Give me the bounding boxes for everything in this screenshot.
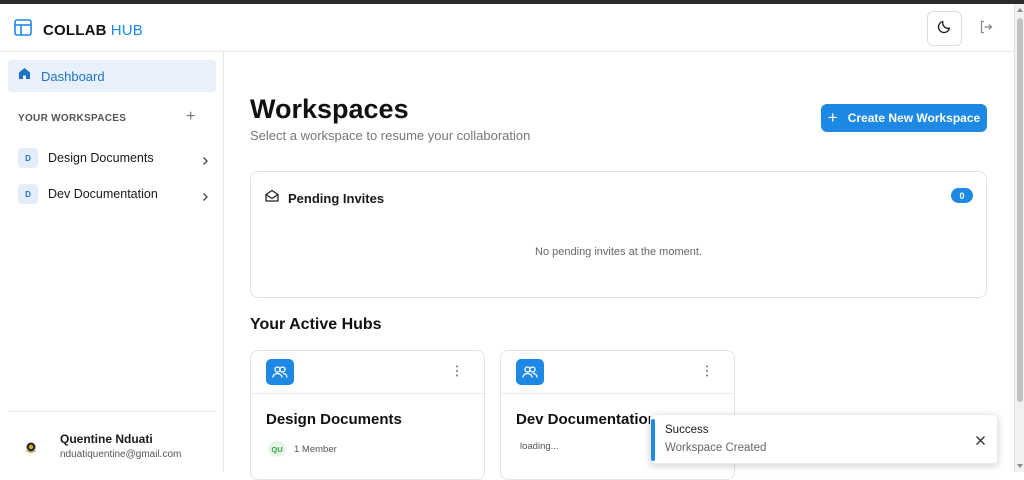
- hub-name: Design Documents: [266, 411, 402, 428]
- mail-open-icon: [265, 189, 279, 207]
- theme-toggle-button[interactable]: [927, 11, 962, 46]
- invites-count-badge: 0: [951, 188, 973, 203]
- sidebar-divider: [8, 411, 216, 412]
- toast-message: Workspace Created: [665, 442, 767, 454]
- users-icon: [266, 359, 294, 385]
- scroll-down-arrow-icon[interactable]: [1017, 464, 1023, 468]
- more-vertical-icon[interactable]: [701, 364, 713, 378]
- toast-title: Success: [665, 424, 709, 436]
- create-workspace-label: Create New Workspace: [847, 111, 981, 125]
- hub-card-divider: [501, 393, 734, 394]
- pending-invites-title: Pending Invites: [288, 190, 385, 206]
- workspace-avatar: D: [18, 184, 38, 204]
- member-avatar: QU: [268, 441, 286, 457]
- sidebar-item-label: Dev Documentation: [48, 187, 158, 201]
- page-subtitle: Select a workspace to resume your collab…: [250, 128, 531, 143]
- hub-name: Dev Documentation: [516, 411, 657, 428]
- member-count: 1 Member: [294, 443, 337, 455]
- plus-icon: +: [827, 108, 838, 127]
- logout-button[interactable]: [976, 19, 996, 39]
- add-workspace-button[interactable]: +: [186, 109, 195, 125]
- pending-invites-card: Pending Invites 0 No pending invites at …: [250, 171, 987, 298]
- workspace-avatar: D: [18, 148, 38, 168]
- app-header: COLLAB HUB: [0, 4, 1014, 52]
- users-icon: [516, 359, 544, 385]
- moon-icon: [937, 18, 953, 39]
- main-content: Workspaces Select a workspace to resume …: [225, 52, 1014, 480]
- user-profile[interactable]: Quentine Nduati nduatiquentine@gmail.com: [22, 432, 181, 460]
- app-name-light: HUB: [110, 21, 143, 39]
- app-logo[interactable]: COLLAB HUB: [14, 19, 143, 41]
- sidebar-item-label: Design Documents: [48, 151, 154, 165]
- app-name: COLLAB HUB: [43, 22, 143, 39]
- layout-icon: [14, 19, 32, 41]
- sidebar-item-label: Dashboard: [41, 68, 105, 84]
- page-scrollbar[interactable]: [1014, 4, 1024, 472]
- chevron-right-icon: [200, 153, 210, 165]
- workspaces-heading: YOUR WORKSPACES: [18, 113, 127, 124]
- close-icon[interactable]: [975, 433, 986, 445]
- hub-card-design-documents[interactable]: Design Documents QU 1 Member: [250, 350, 485, 480]
- create-workspace-button[interactable]: + Create New Workspace: [821, 104, 987, 132]
- page-title: Workspaces: [250, 94, 409, 124]
- scroll-up-arrow-icon[interactable]: [1017, 8, 1023, 12]
- invites-empty-text: No pending invites at the moment.: [535, 246, 702, 258]
- user-email: nduatiquentine@gmail.com: [60, 449, 182, 460]
- toast-accent-bar: [651, 419, 655, 461]
- home-icon: [18, 67, 31, 85]
- sidebar-item-design-documents[interactable]: D Design Documents: [18, 147, 210, 169]
- sidebar: Dashboard YOUR WORKSPACES + D Design Doc…: [0, 52, 224, 472]
- app-name-bold: COLLAB: [43, 21, 107, 39]
- avatar: [22, 438, 40, 456]
- success-toast: Success Workspace Created: [650, 414, 998, 464]
- sidebar-item-dev-documentation[interactable]: D Dev Documentation: [18, 183, 210, 205]
- user-name: Quentine Nduati: [60, 432, 153, 446]
- chevron-right-icon: [200, 189, 210, 201]
- hub-card-divider: [251, 393, 484, 394]
- sidebar-item-dashboard[interactable]: Dashboard: [8, 60, 216, 92]
- more-vertical-icon[interactable]: [451, 364, 463, 378]
- active-hubs-title: Your Active Hubs: [250, 316, 382, 333]
- scroll-thumb[interactable]: [1017, 18, 1023, 402]
- hub-loading-text: loading...: [520, 441, 559, 452]
- logout-icon: [978, 19, 994, 40]
